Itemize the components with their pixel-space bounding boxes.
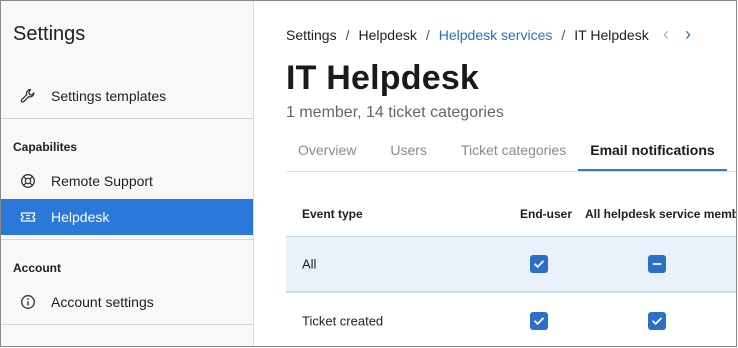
end-user-checkbox[interactable] [530, 311, 548, 330]
sidebar-item-label: Helpdesk [51, 209, 110, 225]
wrench-icon [19, 87, 37, 105]
sidebar-item-label: Account settings [51, 294, 154, 310]
breadcrumb-separator: / [345, 27, 350, 43]
section-heading-capabilities: Capabilites [13, 140, 78, 154]
lifebuoy-icon [19, 172, 37, 190]
sidebar-divider [1, 324, 253, 325]
event-type-cell: Ticket created [302, 313, 384, 328]
tab-ticket-categories[interactable]: Ticket categories [439, 129, 578, 171]
breadcrumb-current: IT Helpdesk [574, 27, 649, 43]
sidebar-divider [1, 239, 253, 240]
breadcrumb-helpdesk-services[interactable]: Helpdesk services [439, 27, 553, 43]
check-icon [534, 317, 544, 325]
sidebar-divider [1, 118, 253, 119]
table-row: Ticket created [286, 292, 736, 346]
tab-users[interactable]: Users [368, 129, 439, 171]
breadcrumb-separator: / [425, 27, 430, 43]
column-header-end-user: End-user [520, 206, 573, 221]
tab-bar: Overview Users Ticket categories Email n… [286, 129, 728, 172]
breadcrumb-settings[interactable]: Settings [286, 27, 337, 43]
breadcrumb: Settings / Helpdesk / Helpdesk services … [286, 27, 649, 43]
ticket-icon [19, 208, 37, 226]
sidebar-title: Settings [13, 23, 86, 45]
sidebar-item-account-settings[interactable]: Account settings [1, 284, 253, 320]
sidebar-item-settings-templates[interactable]: Settings templates [1, 78, 253, 114]
all-members-checkbox[interactable] [648, 255, 666, 273]
record-navigation: ‹ › [663, 25, 691, 43]
section-heading-account: Account [13, 261, 61, 275]
tab-divider [286, 171, 736, 172]
event-type-cell: All [302, 256, 317, 272]
tab-overview[interactable]: Overview [286, 129, 368, 171]
chevron-right-icon[interactable]: › [685, 25, 691, 43]
breadcrumb-separator: / [561, 27, 566, 43]
sidebar-item-label: Remote Support [51, 173, 153, 189]
column-header-all-members: All helpdesk service members [585, 206, 736, 221]
all-members-checkbox[interactable] [648, 311, 666, 330]
sidebar-item-helpdesk[interactable]: Helpdesk [1, 199, 253, 235]
sidebar-item-remote-support[interactable]: Remote Support [1, 163, 253, 199]
page-title: IT Helpdesk [286, 59, 480, 97]
breadcrumb-helpdesk[interactable]: Helpdesk [358, 27, 416, 43]
sidebar: Settings Settings templates Capabilites … [1, 1, 254, 346]
check-icon [652, 317, 662, 325]
check-icon [534, 260, 544, 268]
app-window: Settings Settings templates Capabilites … [0, 0, 737, 347]
chevron-left-icon[interactable]: ‹ [663, 25, 669, 43]
table-header: Event type End-user All helpdesk service… [286, 191, 736, 236]
sidebar-item-label: Settings templates [51, 88, 167, 104]
end-user-checkbox[interactable] [530, 255, 548, 273]
info-icon [19, 293, 37, 311]
page-subtitle: 1 member, 14 ticket categories [286, 104, 504, 121]
tab-email-notifications[interactable]: Email notifications [578, 129, 728, 172]
indeterminate-icon [652, 263, 662, 265]
main-content: Settings / Helpdesk / Helpdesk services … [254, 1, 736, 346]
column-header-event-type: Event type [302, 206, 363, 221]
table-row: All [286, 236, 736, 292]
